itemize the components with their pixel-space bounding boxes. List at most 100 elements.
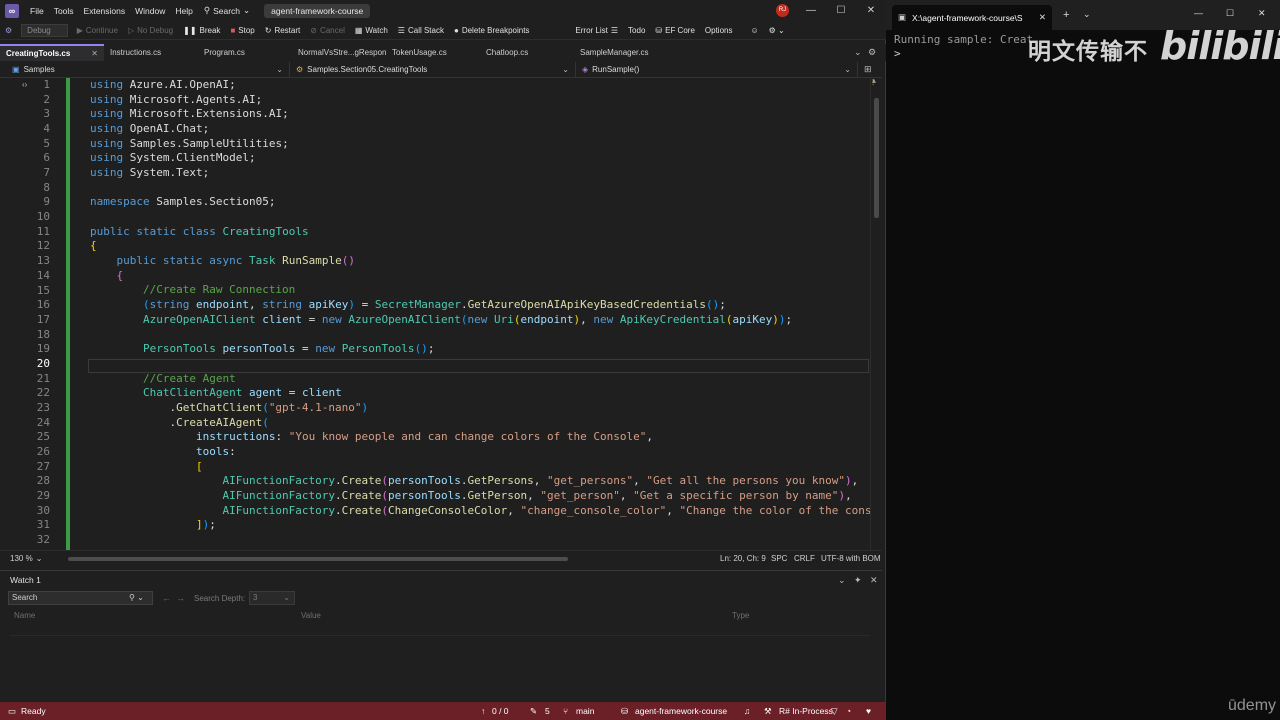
tab-program[interactable]: Program.cs — [198, 44, 292, 61]
chevron-down-icon[interactable]: ⌄ — [1083, 9, 1091, 20]
copilot-settings-icon[interactable]: ⚙ ⌄ — [764, 26, 790, 35]
call-stack-button[interactable]: ☰ Call Stack — [393, 26, 449, 35]
repo-icon[interactable]: ⛁ — [621, 706, 628, 717]
watch-button[interactable]: ▦ Watch — [350, 26, 393, 35]
line-number: 16 — [36, 298, 50, 312]
menu-file[interactable]: File — [25, 6, 49, 16]
file-encoding[interactable]: UTF-8 with BOM — [821, 554, 881, 563]
tab-sample-manager[interactable]: SampleManager.cs — [574, 44, 668, 61]
line-number: 22 — [36, 386, 50, 400]
menu-extensions[interactable]: Extensions — [79, 6, 131, 16]
repo-name[interactable]: agent-framework-course — [635, 706, 727, 716]
ef-core-button[interactable]: ⛁ EF Core — [650, 26, 700, 35]
toolbar-settings-icon[interactable]: ⚙ — [0, 26, 17, 35]
close-icon[interactable]: ✕ — [1039, 12, 1046, 23]
error-list-button[interactable]: Error List ☰ — [570, 26, 623, 35]
restart-button[interactable]: ↻ Restart — [260, 26, 306, 35]
watch-search-input[interactable]: Search ⚲ ⌄ — [8, 591, 153, 605]
close-icon[interactable]: ✕ — [91, 49, 98, 58]
pencil-icon[interactable]: ✎ — [530, 706, 537, 717]
tab-creating-tools[interactable]: CreatingTools.cs ✕ — [0, 44, 104, 61]
line-number: 18 — [36, 327, 50, 341]
close-icon[interactable]: ✕ — [856, 0, 886, 21]
zoom-chevron-icon[interactable]: ⌄ — [36, 554, 43, 563]
menu-tools[interactable]: Tools — [49, 6, 79, 16]
line-number: 9 — [43, 195, 50, 209]
class-icon: ⚙ — [296, 65, 304, 74]
menu-help[interactable]: Help — [170, 6, 197, 16]
watch-empty-row[interactable] — [10, 623, 870, 636]
resharper-icon[interactable]: ⚒ — [764, 706, 772, 717]
close-icon[interactable]: ✕ — [870, 575, 878, 586]
line-ending[interactable]: CRLF — [794, 554, 815, 563]
menu-bar: ∞ File Tools Extensions Window Help ⚲ Se… — [0, 0, 886, 21]
new-tab-icon[interactable]: + — [1063, 9, 1069, 21]
line-number: 14 — [36, 268, 50, 282]
cancel-button[interactable]: ⊘ Cancel — [305, 26, 350, 35]
whitespace-mode[interactable]: SPC — [771, 554, 787, 563]
tab-chatloop[interactable]: Chatloop.cs — [480, 44, 574, 61]
arrow-up-icon[interactable]: ↑ — [481, 706, 485, 716]
tab-overflow-chevron-icon[interactable]: ⌄ — [854, 47, 862, 58]
copilot-icon[interactable]: ☺ — [745, 26, 763, 35]
horizontal-scrollbar-thumb[interactable] — [68, 557, 568, 561]
branch-icon[interactable]: ⑂ — [563, 706, 568, 716]
maximize-icon[interactable]: ☐ — [1226, 8, 1234, 19]
delete-breakpoints-button[interactable]: ● Delete Breakpoints — [449, 26, 534, 35]
maximize-icon[interactable]: ☐ — [826, 0, 856, 21]
minimize-icon[interactable]: — — [1194, 8, 1203, 18]
line-number: 2 — [43, 92, 50, 106]
column-type[interactable]: Type — [732, 611, 749, 620]
menu-window[interactable]: Window — [130, 6, 170, 16]
search-depth-select[interactable]: 3 ⌄ — [249, 591, 295, 605]
cursor-position[interactable]: Ln: 20, Ch: 9 — [720, 554, 766, 563]
feedback-icon[interactable]: ♥ — [866, 706, 871, 716]
split-editor-icon[interactable]: ⊞ — [864, 64, 872, 75]
forward-arrow-icon[interactable]: → — [176, 593, 185, 603]
minimize-icon[interactable]: — — [796, 0, 826, 21]
search-menu[interactable]: ⚲ Search ⌄ — [198, 5, 256, 16]
resharper-status[interactable]: R# In-Process — [779, 706, 833, 716]
solution-name-badge[interactable]: agent-framework-course — [264, 3, 371, 18]
close-window-icon[interactable]: ✕ — [1258, 8, 1266, 19]
diagnostics-icon[interactable]: ◔ — [846, 706, 851, 716]
search-icon: ⚲ — [203, 5, 211, 15]
changes-count[interactable]: 5 — [545, 706, 550, 716]
bilibili-logo: bilibili — [1160, 24, 1280, 68]
notification-bell-icon[interactable]: ♫ — [744, 706, 750, 716]
code-line: { — [90, 239, 97, 252]
vertical-scrollbar-thumb[interactable] — [874, 98, 879, 218]
type-dropdown[interactable]: ⚙ Samples.Section05.CreatingTools ⌄ — [290, 61, 576, 78]
break-button[interactable]: ❚❚ Break — [178, 26, 225, 35]
terminal-prompt[interactable]: > — [894, 47, 901, 60]
resharper-chevron-icon[interactable]: ▽ — [831, 706, 838, 717]
continue-button[interactable]: ▶ Continue — [72, 26, 123, 35]
pin-icon[interactable]: ✦ — [854, 575, 862, 586]
avatar[interactable]: RJ — [776, 4, 789, 17]
todo-button[interactable]: Todo — [623, 26, 650, 35]
project-dropdown[interactable]: ▣ Samples ⌄ — [0, 61, 290, 78]
push-pull-count[interactable]: 0 / 0 — [492, 706, 509, 716]
terminal-tab[interactable]: ▣ X:\agent-framework-course\S ✕ — [892, 5, 1052, 30]
tab-normal-vs-streaming[interactable]: NormalVsStre...gResponse.cs — [292, 44, 386, 61]
config-dropdown[interactable]: Debug — [21, 23, 68, 37]
code-line: AIFunctionFactory.Create(personTools.Get… — [222, 489, 852, 502]
code-editor[interactable]: ‹› 1 2 3 4 5 6 7 8 9 10 11 12 13 14 15 16 17 18 19 20 21 22 23… — [0, 78, 882, 550]
tab-instructions[interactable]: Instructions.cs — [104, 44, 198, 61]
code-navigation-bar: ▣ Samples ⌄ ⚙ Samples.Section05.Creating… — [0, 61, 882, 78]
member-dropdown[interactable]: ◈ RunSample() ⌄ — [576, 61, 858, 78]
column-value[interactable]: Value — [301, 611, 321, 620]
options-button[interactable]: Options — [700, 26, 738, 35]
chevron-down-icon[interactable]: ⌄ — [838, 575, 846, 586]
column-name[interactable]: Name — [14, 611, 35, 620]
tab-token-usage[interactable]: TokenUsage.cs — [386, 44, 480, 61]
back-arrow-icon[interactable]: ← — [162, 593, 171, 603]
tab-settings-icon[interactable]: ⚙ — [868, 47, 876, 58]
terminal-window: ▣ X:\agent-framework-course\S ✕ + ⌄ — ☐ … — [886, 0, 1280, 720]
branch-name[interactable]: main — [576, 706, 594, 716]
zoom-level[interactable]: 130 % — [10, 554, 33, 563]
stop-button[interactable]: ■ Stop — [225, 26, 259, 35]
line-number: 4 — [43, 122, 50, 136]
no-debug-button[interactable]: ▷ No Debug — [123, 26, 178, 35]
code-line: using Microsoft.Extensions.AI; — [90, 107, 289, 120]
